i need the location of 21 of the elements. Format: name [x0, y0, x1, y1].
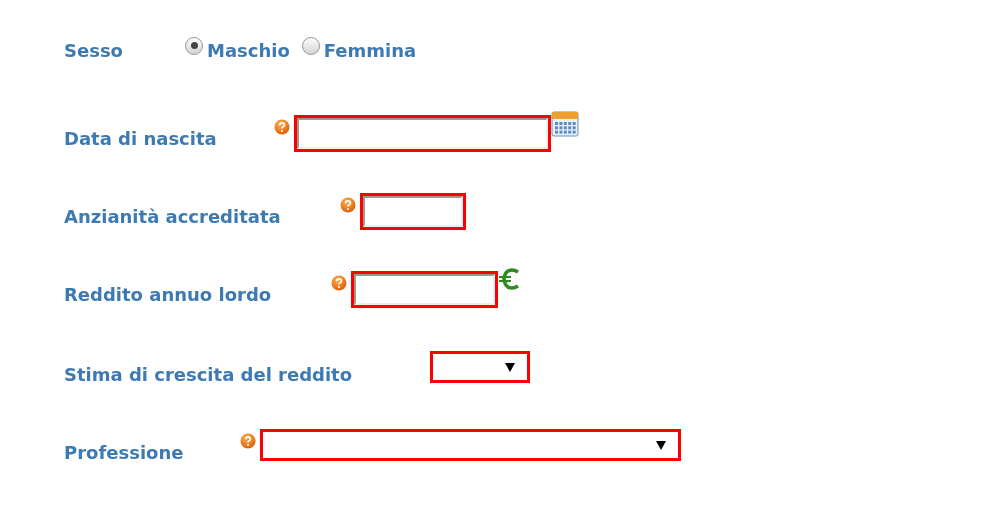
input-field[interactable] [351, 271, 498, 308]
help-icon[interactable] [340, 197, 356, 213]
input-field[interactable] [360, 193, 466, 230]
help-icon[interactable] [274, 119, 290, 135]
dropdown-field[interactable] [430, 351, 530, 383]
input-field[interactable] [294, 115, 551, 152]
field-label: Sesso [64, 38, 124, 63]
dropdown-field[interactable] [260, 429, 681, 461]
field-label: Reddito annuo lordo [64, 283, 273, 307]
caret-icon [505, 362, 515, 372]
calendar-icon[interactable] [551, 111, 579, 137]
radio-option[interactable]: Maschio [185, 36, 290, 64]
field-label: Data di nascita [64, 127, 218, 151]
euro-icon [498, 267, 522, 291]
help-icon[interactable] [240, 433, 256, 449]
field-label: Anzianità accreditata [64, 205, 282, 229]
field-label: Professione [64, 441, 185, 465]
radio-option[interactable]: Femmina [301, 36, 417, 64]
caret-icon [656, 440, 666, 450]
help-icon[interactable] [331, 275, 347, 291]
field-label: Stima di crescita del reddito [64, 363, 354, 387]
